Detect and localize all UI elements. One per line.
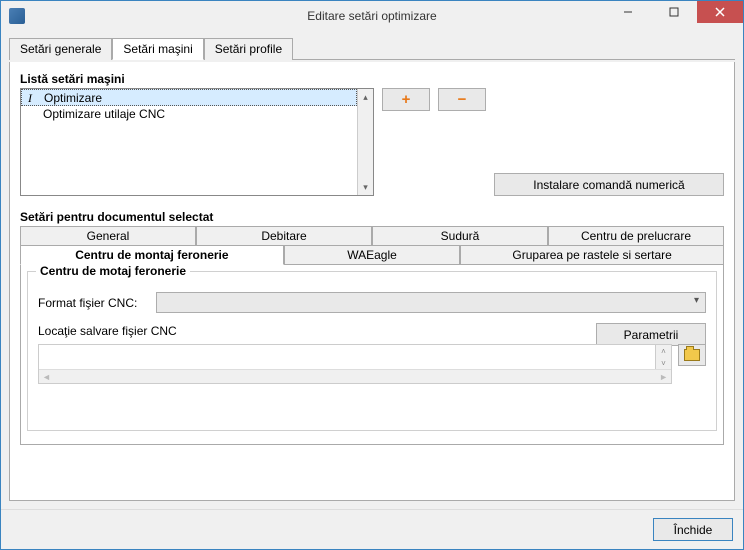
tab-general[interactable]: General <box>20 226 196 246</box>
tab-centru-prelucrare[interactable]: Centru de prelucrare <box>548 226 724 246</box>
list-item[interactable]: I Optimizare <box>21 89 357 106</box>
list-item-label: Optimizare <box>44 91 102 105</box>
close-dialog-button[interactable]: Închide <box>653 518 733 541</box>
main-tabs: Setări generale Setări maşini Setări pro… <box>9 37 735 60</box>
tab-machine-settings[interactable]: Setări maşini <box>112 38 203 60</box>
save-path-row: ˄ ˅ ◄ ► <box>38 344 706 384</box>
scroll-down-icon[interactable]: ▾ <box>358 179 373 195</box>
list-item-label: Optimizare utilaje CNC <box>43 107 165 121</box>
content-area: Setări generale Setări maşini Setări pro… <box>1 31 743 509</box>
list-scrollbar[interactable]: ▴ ▾ <box>357 89 373 195</box>
dialog-window: Editare setări optimizare Setări general… <box>0 0 744 550</box>
machine-listbox[interactable]: I Optimizare Optimizare utilaje CNC ▴ ▾ <box>20 88 374 196</box>
tab-centru-montaj[interactable]: Centru de montaj feronerie <box>20 245 284 265</box>
minimize-icon <box>623 7 633 17</box>
browse-button[interactable] <box>678 344 706 366</box>
format-combo[interactable] <box>156 292 706 313</box>
scroll-left-icon: ◄ <box>42 372 51 382</box>
window-controls <box>605 1 743 31</box>
format-label: Format fişier CNC: <box>38 296 148 310</box>
machine-list-row: I Optimizare Optimizare utilaje CNC ▴ ▾ … <box>20 88 724 196</box>
spin-down-icon[interactable]: ˅ <box>656 357 671 369</box>
folder-open-icon <box>684 349 700 361</box>
minimize-button[interactable] <box>605 1 651 23</box>
tab-waeagle[interactable]: WAEagle <box>284 245 461 265</box>
machine-list-label: Listă setări maşini <box>20 72 724 86</box>
maximize-icon <box>669 7 679 17</box>
window-title: Editare setări optimizare <box>307 9 436 23</box>
close-icon <box>715 7 725 17</box>
tab-general-settings[interactable]: Setări generale <box>9 38 112 60</box>
scroll-right-icon: ► <box>659 372 668 382</box>
doc-settings-label: Setări pentru documentul selectat <box>20 210 724 224</box>
close-button[interactable] <box>697 1 743 23</box>
close-label: Închide <box>674 523 713 537</box>
machine-list-content: I Optimizare Optimizare utilaje CNC <box>21 89 357 195</box>
format-row: Format fişier CNC: <box>38 292 706 313</box>
doc-tabs: General Debitare Sudură Centru de preluc… <box>20 226 724 266</box>
doc-tab-panel: Centru de motaj feronerie Format fişier … <box>20 265 724 445</box>
remove-button[interactable]: − <box>438 88 486 111</box>
feronerie-groupbox: Centru de motaj feronerie Format fişier … <box>27 271 717 431</box>
tab-sudura[interactable]: Sudură <box>372 226 548 246</box>
install-cnc-button[interactable]: Instalare comandă numerică <box>494 173 724 196</box>
text-cursor-icon: I <box>28 91 32 106</box>
titlebar: Editare setări optimizare <box>1 1 743 31</box>
params-button[interactable]: Parametrii <box>596 323 706 346</box>
spin-up-icon[interactable]: ˄ <box>656 345 671 357</box>
save-path-input[interactable]: ˄ ˅ ◄ ► <box>38 344 672 384</box>
doc-tabs-row1: General Debitare Sudură Centru de preluc… <box>20 226 724 246</box>
maximize-button[interactable] <box>651 1 697 23</box>
list-buttons: + − <box>382 88 486 196</box>
document-settings-section: Setări pentru documentul selectat Genera… <box>20 210 724 446</box>
install-column: Instalare comandă numerică <box>494 88 724 196</box>
tab-debitare[interactable]: Debitare <box>196 226 372 246</box>
add-button[interactable]: + <box>382 88 430 111</box>
path-hscrollbar[interactable]: ◄ ► <box>39 369 671 383</box>
scroll-up-icon[interactable]: ▴ <box>358 89 373 105</box>
install-label: Instalare comandă numerică <box>533 178 684 192</box>
app-icon <box>9 8 25 24</box>
tab-panel: Listă setări maşini I Optimizare Optimiz… <box>9 62 735 501</box>
params-label: Parametrii <box>624 328 679 342</box>
minus-icon: − <box>458 92 467 107</box>
dialog-footer: Închide <box>1 509 743 549</box>
tab-grupare[interactable]: Gruparea pe rastele si sertare <box>460 245 724 265</box>
tab-profile-settings[interactable]: Setări profile <box>204 38 293 60</box>
plus-icon: + <box>402 92 411 107</box>
groupbox-title: Centru de motaj feronerie <box>36 264 190 278</box>
doc-tabs-row2: Centru de montaj feronerie WAEagle Grupa… <box>20 245 724 265</box>
path-spinner[interactable]: ˄ ˅ <box>655 345 671 369</box>
list-item[interactable]: Optimizare utilaje CNC <box>21 106 357 123</box>
